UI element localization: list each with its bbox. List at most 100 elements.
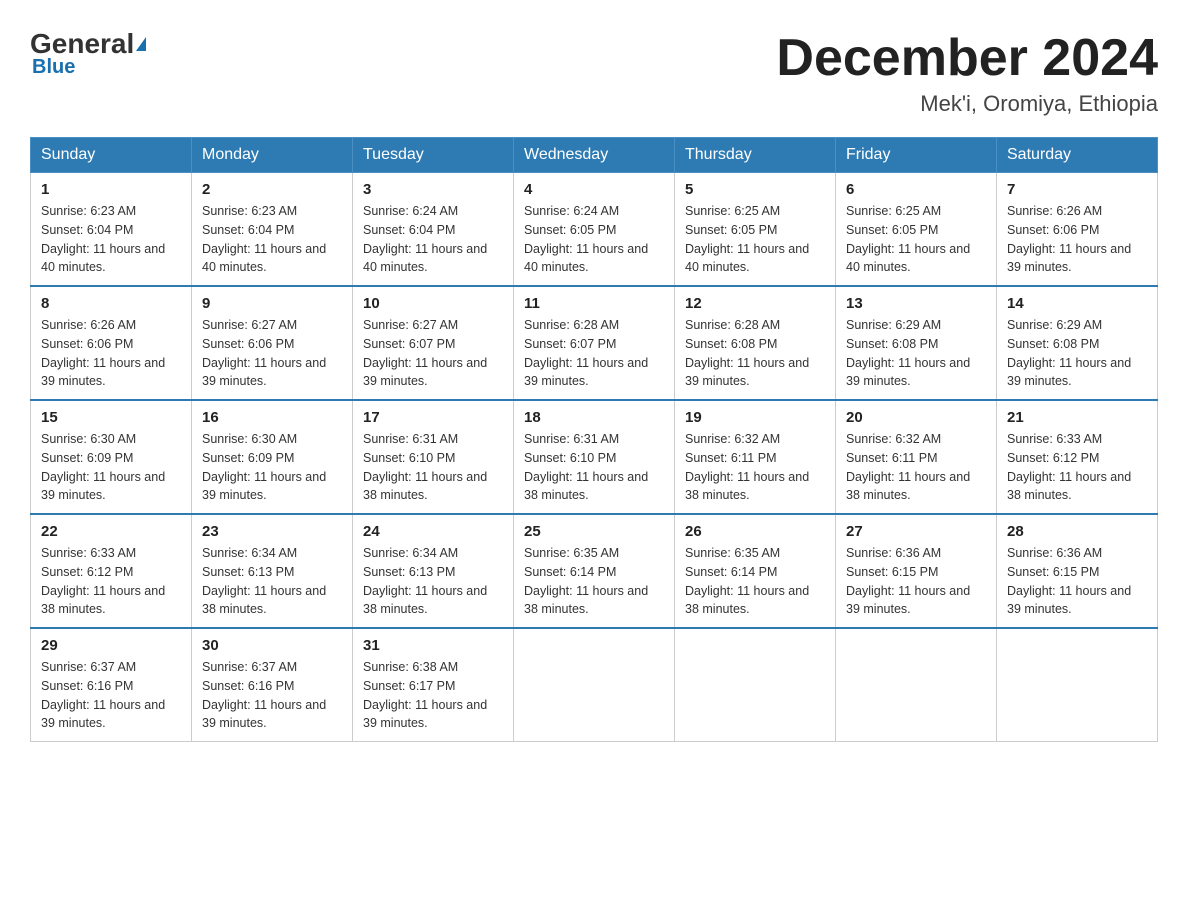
day-info: Sunrise: 6:25 AM Sunset: 6:05 PM Dayligh… <box>685 202 825 277</box>
day-info: Sunrise: 6:30 AM Sunset: 6:09 PM Dayligh… <box>41 430 181 505</box>
table-row: 6 Sunrise: 6:25 AM Sunset: 6:05 PM Dayli… <box>836 173 997 287</box>
day-info: Sunrise: 6:27 AM Sunset: 6:07 PM Dayligh… <box>363 316 503 391</box>
day-info: Sunrise: 6:37 AM Sunset: 6:16 PM Dayligh… <box>41 658 181 733</box>
table-row: 24 Sunrise: 6:34 AM Sunset: 6:13 PM Dayl… <box>353 514 514 628</box>
table-row: 12 Sunrise: 6:28 AM Sunset: 6:08 PM Dayl… <box>675 286 836 400</box>
table-row: 17 Sunrise: 6:31 AM Sunset: 6:10 PM Dayl… <box>353 400 514 514</box>
day-number: 17 <box>363 409 503 426</box>
calendar-week-row: 15 Sunrise: 6:30 AM Sunset: 6:09 PM Dayl… <box>31 400 1158 514</box>
day-info: Sunrise: 6:34 AM Sunset: 6:13 PM Dayligh… <box>202 544 342 619</box>
table-row <box>514 628 675 742</box>
calendar-week-row: 8 Sunrise: 6:26 AM Sunset: 6:06 PM Dayli… <box>31 286 1158 400</box>
table-row: 26 Sunrise: 6:35 AM Sunset: 6:14 PM Dayl… <box>675 514 836 628</box>
day-number: 29 <box>41 637 181 654</box>
day-number: 28 <box>1007 523 1147 540</box>
table-row: 11 Sunrise: 6:28 AM Sunset: 6:07 PM Dayl… <box>514 286 675 400</box>
day-number: 20 <box>846 409 986 426</box>
day-number: 19 <box>685 409 825 426</box>
day-info: Sunrise: 6:35 AM Sunset: 6:14 PM Dayligh… <box>685 544 825 619</box>
location-subtitle: Mek'i, Oromiya, Ethiopia <box>776 91 1158 117</box>
day-number: 26 <box>685 523 825 540</box>
table-row: 18 Sunrise: 6:31 AM Sunset: 6:10 PM Dayl… <box>514 400 675 514</box>
col-sunday: Sunday <box>31 138 192 173</box>
table-row: 31 Sunrise: 6:38 AM Sunset: 6:17 PM Dayl… <box>353 628 514 742</box>
day-number: 3 <box>363 181 503 198</box>
calendar-week-row: 1 Sunrise: 6:23 AM Sunset: 6:04 PM Dayli… <box>31 173 1158 287</box>
logo-triangle-icon <box>136 37 146 51</box>
logo: General Blue <box>30 30 146 79</box>
day-info: Sunrise: 6:38 AM Sunset: 6:17 PM Dayligh… <box>363 658 503 733</box>
day-info: Sunrise: 6:29 AM Sunset: 6:08 PM Dayligh… <box>846 316 986 391</box>
day-number: 2 <box>202 181 342 198</box>
col-monday: Monday <box>192 138 353 173</box>
table-row: 30 Sunrise: 6:37 AM Sunset: 6:16 PM Dayl… <box>192 628 353 742</box>
day-info: Sunrise: 6:36 AM Sunset: 6:15 PM Dayligh… <box>1007 544 1147 619</box>
day-info: Sunrise: 6:32 AM Sunset: 6:11 PM Dayligh… <box>685 430 825 505</box>
day-number: 10 <box>363 295 503 312</box>
day-number: 30 <box>202 637 342 654</box>
col-tuesday: Tuesday <box>353 138 514 173</box>
table-row: 1 Sunrise: 6:23 AM Sunset: 6:04 PM Dayli… <box>31 173 192 287</box>
day-number: 1 <box>41 181 181 198</box>
calendar-table: Sunday Monday Tuesday Wednesday Thursday… <box>30 137 1158 742</box>
day-number: 7 <box>1007 181 1147 198</box>
day-info: Sunrise: 6:29 AM Sunset: 6:08 PM Dayligh… <box>1007 316 1147 391</box>
day-number: 31 <box>363 637 503 654</box>
day-number: 27 <box>846 523 986 540</box>
day-info: Sunrise: 6:33 AM Sunset: 6:12 PM Dayligh… <box>1007 430 1147 505</box>
day-info: Sunrise: 6:30 AM Sunset: 6:09 PM Dayligh… <box>202 430 342 505</box>
table-row: 14 Sunrise: 6:29 AM Sunset: 6:08 PM Dayl… <box>997 286 1158 400</box>
day-number: 13 <box>846 295 986 312</box>
day-info: Sunrise: 6:35 AM Sunset: 6:14 PM Dayligh… <box>524 544 664 619</box>
title-section: December 2024 Mek'i, Oromiya, Ethiopia <box>776 30 1158 117</box>
table-row <box>997 628 1158 742</box>
table-row: 28 Sunrise: 6:36 AM Sunset: 6:15 PM Dayl… <box>997 514 1158 628</box>
table-row: 27 Sunrise: 6:36 AM Sunset: 6:15 PM Dayl… <box>836 514 997 628</box>
table-row: 20 Sunrise: 6:32 AM Sunset: 6:11 PM Dayl… <box>836 400 997 514</box>
table-row: 29 Sunrise: 6:37 AM Sunset: 6:16 PM Dayl… <box>31 628 192 742</box>
table-row <box>836 628 997 742</box>
day-number: 16 <box>202 409 342 426</box>
table-row: 25 Sunrise: 6:35 AM Sunset: 6:14 PM Dayl… <box>514 514 675 628</box>
day-info: Sunrise: 6:23 AM Sunset: 6:04 PM Dayligh… <box>41 202 181 277</box>
day-number: 22 <box>41 523 181 540</box>
day-info: Sunrise: 6:28 AM Sunset: 6:07 PM Dayligh… <box>524 316 664 391</box>
day-info: Sunrise: 6:26 AM Sunset: 6:06 PM Dayligh… <box>41 316 181 391</box>
table-row: 15 Sunrise: 6:30 AM Sunset: 6:09 PM Dayl… <box>31 400 192 514</box>
day-info: Sunrise: 6:28 AM Sunset: 6:08 PM Dayligh… <box>685 316 825 391</box>
day-info: Sunrise: 6:23 AM Sunset: 6:04 PM Dayligh… <box>202 202 342 277</box>
table-row: 22 Sunrise: 6:33 AM Sunset: 6:12 PM Dayl… <box>31 514 192 628</box>
day-number: 8 <box>41 295 181 312</box>
day-number: 6 <box>846 181 986 198</box>
calendar-week-row: 29 Sunrise: 6:37 AM Sunset: 6:16 PM Dayl… <box>31 628 1158 742</box>
day-info: Sunrise: 6:37 AM Sunset: 6:16 PM Dayligh… <box>202 658 342 733</box>
day-info: Sunrise: 6:33 AM Sunset: 6:12 PM Dayligh… <box>41 544 181 619</box>
day-number: 21 <box>1007 409 1147 426</box>
table-row: 23 Sunrise: 6:34 AM Sunset: 6:13 PM Dayl… <box>192 514 353 628</box>
col-saturday: Saturday <box>997 138 1158 173</box>
page-header: General Blue December 2024 Mek'i, Oromiy… <box>30 30 1158 117</box>
day-number: 5 <box>685 181 825 198</box>
day-info: Sunrise: 6:36 AM Sunset: 6:15 PM Dayligh… <box>846 544 986 619</box>
day-info: Sunrise: 6:31 AM Sunset: 6:10 PM Dayligh… <box>524 430 664 505</box>
table-row: 21 Sunrise: 6:33 AM Sunset: 6:12 PM Dayl… <box>997 400 1158 514</box>
col-thursday: Thursday <box>675 138 836 173</box>
col-wednesday: Wednesday <box>514 138 675 173</box>
day-number: 4 <box>524 181 664 198</box>
table-row: 5 Sunrise: 6:25 AM Sunset: 6:05 PM Dayli… <box>675 173 836 287</box>
day-number: 25 <box>524 523 664 540</box>
table-row: 7 Sunrise: 6:26 AM Sunset: 6:06 PM Dayli… <box>997 173 1158 287</box>
table-row: 13 Sunrise: 6:29 AM Sunset: 6:08 PM Dayl… <box>836 286 997 400</box>
day-number: 9 <box>202 295 342 312</box>
day-number: 12 <box>685 295 825 312</box>
table-row: 9 Sunrise: 6:27 AM Sunset: 6:06 PM Dayli… <box>192 286 353 400</box>
day-info: Sunrise: 6:27 AM Sunset: 6:06 PM Dayligh… <box>202 316 342 391</box>
month-year-title: December 2024 <box>776 30 1158 87</box>
table-row: 3 Sunrise: 6:24 AM Sunset: 6:04 PM Dayli… <box>353 173 514 287</box>
day-info: Sunrise: 6:24 AM Sunset: 6:04 PM Dayligh… <box>363 202 503 277</box>
table-row: 19 Sunrise: 6:32 AM Sunset: 6:11 PM Dayl… <box>675 400 836 514</box>
day-info: Sunrise: 6:24 AM Sunset: 6:05 PM Dayligh… <box>524 202 664 277</box>
table-row: 10 Sunrise: 6:27 AM Sunset: 6:07 PM Dayl… <box>353 286 514 400</box>
day-info: Sunrise: 6:34 AM Sunset: 6:13 PM Dayligh… <box>363 544 503 619</box>
logo-text-blue: Blue <box>30 56 75 79</box>
